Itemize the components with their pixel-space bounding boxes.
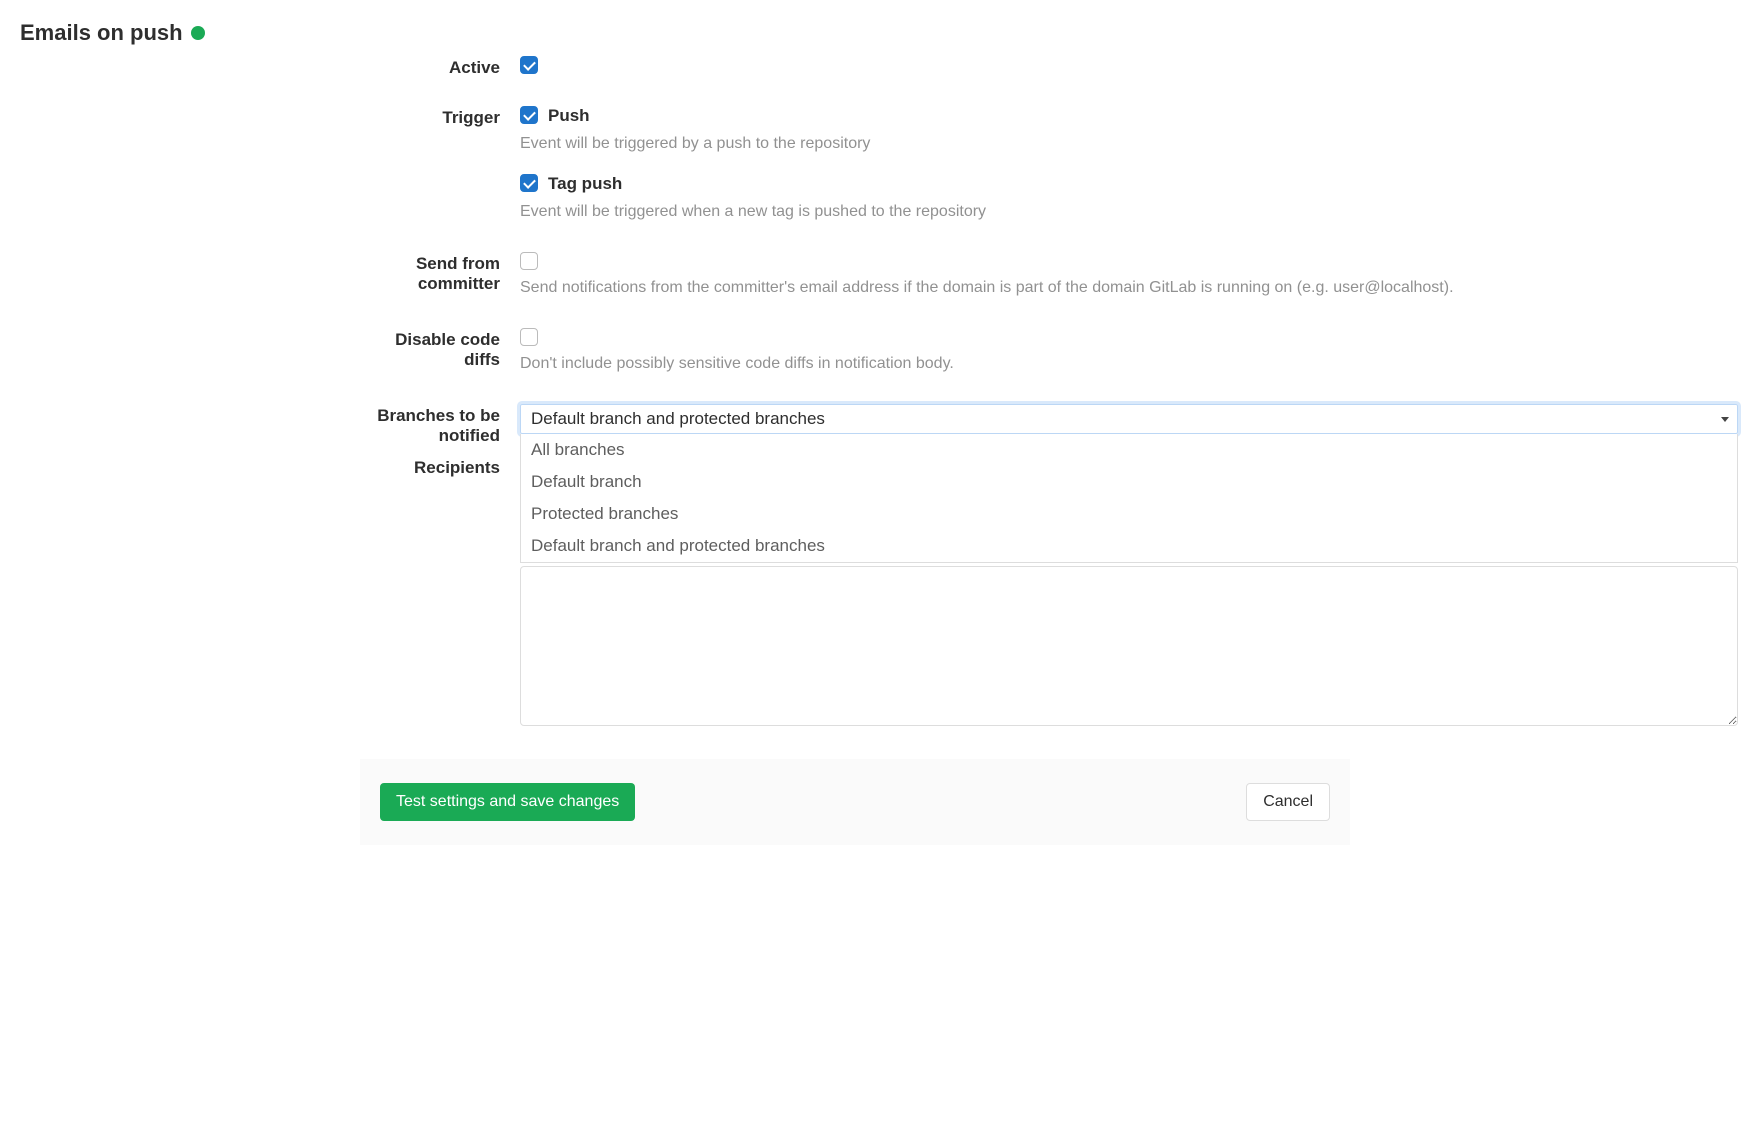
trigger-push-label: Push: [548, 106, 590, 126]
label-branches: Branches to be notified: [360, 404, 520, 446]
branches-option[interactable]: Default branch and protected branches: [521, 530, 1737, 562]
row-branches: Branches to be notified Default branch a…: [360, 404, 1738, 446]
page-title-row: Emails on push: [20, 20, 360, 46]
label-disable-diffs: Disable code diffs: [360, 328, 520, 370]
checkbox-send-from-committer[interactable]: [520, 252, 538, 270]
trigger-push-help: Event will be triggered by a push to the…: [520, 132, 1738, 156]
form-footer: Test settings and save changes Cancel: [360, 759, 1350, 845]
checkbox-trigger-push[interactable]: [520, 106, 538, 124]
label-recipients: Recipients: [360, 456, 520, 478]
trigger-tagpush-label: Tag push: [548, 174, 622, 194]
row-trigger: Trigger Push Event will be triggered by …: [360, 106, 1738, 224]
branches-option[interactable]: Protected branches: [521, 498, 1737, 530]
disable-diffs-help: Don't include possibly sensitive code di…: [520, 352, 1738, 376]
branches-option[interactable]: Default branch: [521, 466, 1737, 498]
branches-option[interactable]: All branches: [521, 434, 1737, 466]
page-title: Emails on push: [20, 20, 183, 46]
label-active: Active: [360, 56, 520, 78]
checkbox-disable-diffs[interactable]: [520, 328, 538, 346]
label-trigger: Trigger: [360, 106, 520, 128]
cancel-button[interactable]: Cancel: [1246, 783, 1330, 821]
status-active-icon: [191, 26, 205, 40]
branches-select-value: Default branch and protected branches: [531, 409, 825, 428]
row-active: Active: [360, 56, 1738, 78]
label-send-from-committer: Send from committer: [360, 252, 520, 294]
row-send-from-committer: Send from committer Send notifications f…: [360, 252, 1738, 300]
branches-dropdown: All branches Default branch Protected br…: [520, 434, 1738, 563]
branches-select[interactable]: Default branch and protected branches: [520, 404, 1738, 434]
recipients-textarea[interactable]: [520, 566, 1738, 726]
checkbox-active[interactable]: [520, 56, 538, 74]
send-from-committer-help: Send notifications from the committer's …: [520, 276, 1738, 300]
save-button[interactable]: Test settings and save changes: [380, 783, 635, 821]
trigger-tagpush-help: Event will be triggered when a new tag i…: [520, 200, 1738, 224]
checkbox-trigger-tagpush[interactable]: [520, 174, 538, 192]
row-disable-diffs: Disable code diffs Don't include possibl…: [360, 328, 1738, 376]
